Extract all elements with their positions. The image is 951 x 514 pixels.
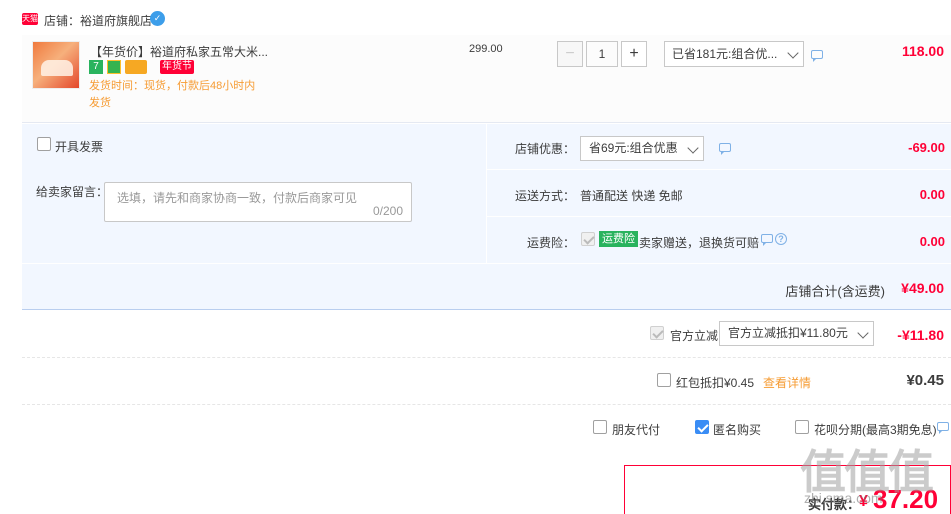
insurance-text: 卖家赠送，退换货可赔 — [639, 236, 760, 250]
shipping-amount: 0.00 — [919, 187, 945, 202]
watermark: 值值值 zhi.sma.com — [800, 436, 950, 512]
product-thumbnail[interactable] — [32, 41, 80, 89]
festival-badge: 年货节 — [160, 60, 194, 74]
insurance-checkbox — [581, 232, 595, 246]
friend-pay-label: 朋友代付 — [612, 423, 661, 437]
anonymous-checkbox[interactable] — [695, 420, 709, 434]
redpacket-row: 红包抵扣¥0.45 查看详情 ¥0.45 — [22, 358, 951, 405]
shop-coupon-label: 店铺优惠： — [514, 142, 575, 156]
comment-bubble-icon[interactable] — [761, 234, 773, 246]
tmall-logo-icon: 天猫 — [22, 13, 38, 25]
shop-coupon-select[interactable]: 省69元:组合优惠 — [580, 136, 704, 161]
insurance-row: 运费险： 运费险 卖家赠送，退换货可赔 ? 0.00 — [487, 218, 951, 264]
insurance-amount: 0.00 — [919, 234, 945, 249]
cart-item-row: 【年货价】裕道府私家五常大米... 7 年货节 发货时间：现货，付款后48小时内… — [22, 35, 951, 123]
shop-name-link[interactable]: 店铺：裕道府旗舰店 — [44, 12, 152, 29]
product-title-link[interactable]: 【年货价】裕道府私家五常大米... — [90, 43, 268, 60]
watermark-text: zhi.sma.com — [804, 490, 883, 506]
item-promo-value: 已省181元:组合优... — [672, 47, 778, 61]
shop-total-row: 店铺合计(含运费) ¥49.00 — [22, 263, 951, 310]
anonymous-label: 匿名购买 — [713, 423, 762, 437]
shipping-guarantee-icon — [107, 60, 121, 74]
shop-total-value: ¥49.00 — [901, 280, 944, 296]
insurance-badge: 运费险 — [599, 231, 638, 247]
seller-message-input[interactable]: 选填，请先和商家协商一致，付款后商家可见 0/200 — [104, 182, 412, 222]
item-promo-select[interactable]: 已省181元:组合优... — [664, 41, 804, 67]
huabei-checkbox[interactable] — [795, 420, 809, 434]
seller-message-count: 0/200 — [372, 204, 403, 218]
shipping-label: 运送方式： — [514, 189, 575, 203]
official-discount-checkbox — [650, 326, 664, 340]
credit-card-icon — [125, 60, 147, 74]
invoice-label: 开具发票 — [55, 140, 104, 154]
quantity-plus-button[interactable]: + — [621, 41, 647, 67]
seven-day-return-icon: 7 — [89, 60, 103, 74]
official-discount-amount: -¥11.80 — [897, 327, 944, 343]
official-discount-row: 官方立减 官方立减抵扣¥11.80元 -¥11.80 — [22, 311, 951, 358]
comment-bubble-icon[interactable] — [719, 143, 731, 155]
shipping-row: 运送方式： 普通配送 快递 免邮 0.00 — [487, 171, 951, 217]
shop-coupon-value: 省69元:组合优惠 — [589, 141, 678, 155]
comment-bubble-icon[interactable] — [811, 50, 823, 62]
shop-header: 天猫 店铺：裕道府旗舰店 ✓ — [0, 8, 951, 30]
quantity-input[interactable]: 1 — [586, 41, 618, 67]
shipping-value: 普通配送 快递 免邮 — [580, 189, 683, 203]
unit-price: 299.00 — [469, 43, 503, 55]
ship-time-text: 发货时间：现货，付款后48小时内发货 — [89, 80, 256, 109]
help-question-icon[interactable]: ? — [775, 233, 787, 245]
quantity-minus-button[interactable]: − — [557, 41, 583, 67]
redpacket-amount: ¥0.45 — [906, 372, 944, 389]
order-options-panel: 开具发票 给卖家留言： 选填，请先和商家协商一致，付款后商家可见 0/200 店… — [22, 124, 951, 310]
redpacket-label: 红包抵扣¥0.45 — [676, 376, 755, 390]
quantity-stepper: − 1 + — [557, 41, 647, 67]
official-discount-select[interactable]: 官方立减抵扣¥11.80元 — [719, 321, 874, 346]
chevron-down-icon — [787, 47, 799, 59]
official-discount-label: 官方立减 — [670, 329, 719, 343]
shop-coupon-row: 店铺优惠： 省69元:组合优惠 -69.00 — [487, 124, 951, 170]
shop-coupon-amount: -69.00 — [908, 140, 945, 155]
chevron-down-icon — [857, 327, 869, 339]
redpacket-detail-link[interactable]: 查看详情 — [763, 374, 811, 391]
friend-pay-checkbox[interactable] — [593, 420, 607, 434]
order-options-right: 店铺优惠： 省69元:组合优惠 -69.00 运送方式： 普通配送 快递 免邮 … — [486, 124, 951, 264]
official-discount-value: 官方立减抵扣¥11.80元 — [728, 326, 848, 340]
seller-message-placeholder: 选填，请先和商家协商一致，付款后商家可见 — [117, 191, 358, 205]
comment-bubble-icon[interactable] — [937, 422, 949, 434]
invoice-checkbox[interactable] — [37, 137, 51, 151]
redpacket-checkbox[interactable] — [657, 373, 671, 387]
chevron-down-icon — [687, 142, 699, 154]
item-subtotal: 118.00 — [901, 43, 944, 59]
message-label: 给卖家留言： — [36, 185, 109, 199]
shop-total-label: 店铺合计(含运费) — [785, 284, 885, 299]
wangwang-chat-icon[interactable]: ✓ — [150, 11, 165, 26]
insurance-label: 运费险： — [526, 236, 575, 250]
